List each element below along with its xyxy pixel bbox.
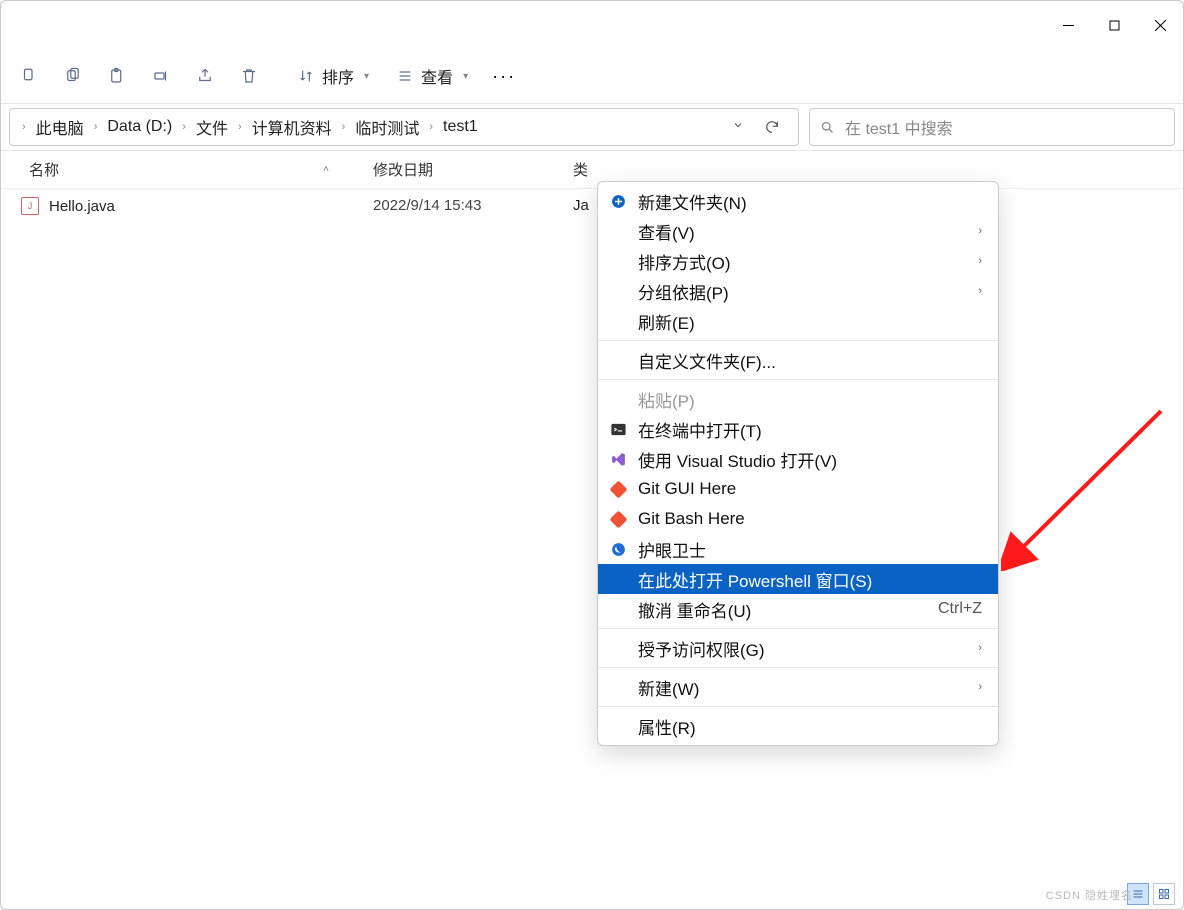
chevron-right-icon: › (234, 121, 246, 133)
file-list: 名称 ˄ 修改日期 类 J Hello.java 2022/9/14 15:43… (1, 151, 1183, 879)
menu-paste: 粘贴(P) (598, 384, 998, 414)
git-icon (608, 479, 628, 499)
titlebar (1, 1, 1183, 49)
column-headers: 名称 ˄ 修改日期 类 (1, 151, 1183, 189)
java-file-icon: J (21, 197, 39, 215)
menu-git-gui[interactable]: Git GUI Here (598, 474, 998, 504)
paste-button[interactable] (97, 56, 137, 96)
sort-asc-icon: ˄ (323, 164, 349, 175)
view-icon (397, 68, 413, 84)
terminal-icon (608, 419, 628, 439)
history-dropdown[interactable] (726, 118, 750, 136)
minimize-button[interactable] (1045, 9, 1091, 41)
breadcrumb-item[interactable]: test1 (441, 118, 480, 136)
address-bar[interactable]: › 此电脑 › Data (D:) › 文件 › 计算机资料 › 临时测试 › … (9, 108, 799, 146)
menu-customize-folder[interactable]: 自定义文件夹(F)... (598, 345, 998, 375)
refresh-button[interactable] (754, 119, 790, 135)
visual-studio-icon (608, 449, 628, 469)
eye-guard-icon (608, 539, 628, 559)
menu-properties[interactable]: 属性(R) (598, 711, 998, 741)
chevron-right-icon: › (338, 121, 350, 133)
menu-refresh[interactable]: 刷新(E) (598, 306, 998, 336)
menu-open-powershell[interactable]: 在此处打开 Powershell 窗口(S) (598, 564, 998, 594)
chevron-right-icon: › (978, 255, 982, 267)
menu-group-by[interactable]: 分组依据(P)› (598, 276, 998, 306)
column-name[interactable]: 名称 ˄ (1, 151, 361, 188)
share-button[interactable] (185, 56, 225, 96)
breadcrumb-item[interactable]: Data (D:) (105, 118, 174, 136)
search-input[interactable]: 在 test1 中搜索 (809, 108, 1175, 146)
sort-dropdown[interactable]: 排序 ▾ (286, 56, 381, 96)
shortcut-label: Ctrl+Z (938, 600, 982, 618)
file-name: Hello.java (49, 198, 115, 215)
chevron-right-icon: › (90, 121, 102, 133)
status-bar: CSDN 隐姓埋名 (1, 879, 1183, 909)
search-icon (820, 120, 835, 135)
menu-eye-guard[interactable]: 护眼卫士 (598, 534, 998, 564)
address-row: › 此电脑 › Data (D:) › 文件 › 计算机资料 › 临时测试 › … (1, 103, 1183, 151)
chevron-right-icon: › (178, 121, 190, 133)
breadcrumb-item[interactable]: 临时测试 (353, 115, 421, 139)
file-date: 2022/9/14 15:43 (361, 197, 561, 215)
chevron-down-icon: ▾ (364, 71, 369, 82)
cut-button[interactable] (9, 56, 49, 96)
menu-grant-access[interactable]: 授予访问权限(G)› (598, 633, 998, 663)
menu-git-bash[interactable]: Git Bash Here (598, 504, 998, 534)
chevron-down-icon: ▾ (463, 71, 468, 82)
thumbnail-view-button[interactable] (1153, 883, 1175, 905)
rename-button[interactable] (141, 56, 181, 96)
breadcrumb-item[interactable]: 此电脑 (34, 115, 86, 139)
file-row[interactable]: J Hello.java 2022/9/14 15:43 Ja (1, 189, 1183, 223)
watermark: CSDN 隐姓埋名 (1046, 887, 1133, 903)
menu-new-folder[interactable]: 新建文件夹(N) (598, 186, 998, 216)
sort-icon (298, 68, 314, 84)
view-label: 查看 (421, 64, 453, 88)
chevron-right-icon: › (18, 121, 30, 133)
menu-open-terminal[interactable]: 在终端中打开(T) (598, 414, 998, 444)
menu-sort-by[interactable]: 排序方式(O)› (598, 246, 998, 276)
breadcrumb-item[interactable]: 计算机资料 (250, 115, 334, 139)
menu-view[interactable]: 查看(V)› (598, 216, 998, 246)
search-placeholder: 在 test1 中搜索 (845, 115, 953, 139)
chevron-right-icon: › (978, 285, 982, 297)
menu-new[interactable]: 新建(W)› (598, 672, 998, 702)
chevron-right-icon: › (978, 681, 982, 693)
view-dropdown[interactable]: 查看 ▾ (385, 56, 480, 96)
column-date[interactable]: 修改日期 (361, 151, 561, 188)
git-icon (608, 509, 628, 529)
copy-button[interactable] (53, 56, 93, 96)
sort-label: 排序 (322, 64, 354, 88)
close-button[interactable] (1137, 9, 1183, 41)
chevron-right-icon: › (978, 225, 982, 237)
chevron-right-icon: › (978, 642, 982, 654)
context-menu: 新建文件夹(N) 查看(V)› 排序方式(O)› 分组依据(P)› 刷新(E) … (597, 181, 999, 746)
delete-button[interactable] (229, 56, 269, 96)
chevron-right-icon: › (425, 121, 437, 133)
new-folder-icon (608, 191, 628, 211)
toolbar: 排序 ▾ 查看 ▾ ··· (1, 49, 1183, 103)
menu-undo-rename[interactable]: 撤消 重命名(U)Ctrl+Z (598, 594, 998, 624)
breadcrumb-item[interactable]: 文件 (194, 115, 230, 139)
more-button[interactable]: ··· (484, 66, 524, 87)
menu-open-visual-studio[interactable]: 使用 Visual Studio 打开(V) (598, 444, 998, 474)
maximize-button[interactable] (1091, 9, 1137, 41)
